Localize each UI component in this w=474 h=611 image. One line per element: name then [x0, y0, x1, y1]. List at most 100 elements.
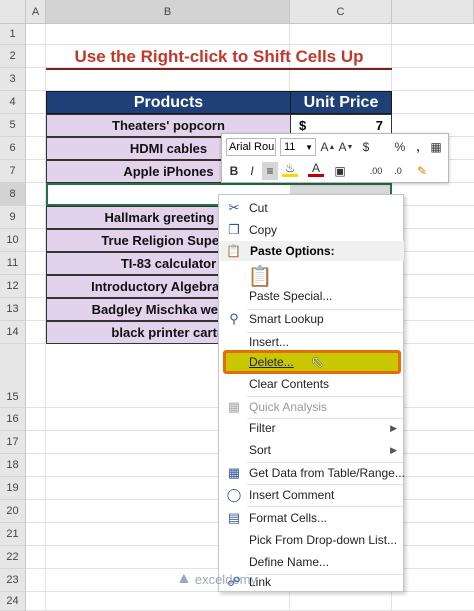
menu-get-data[interactable]: ▦ Get Data from Table/Range... — [219, 462, 405, 484]
row-header[interactable]: 3 — [0, 68, 26, 91]
search-icon: ⚲ — [229, 311, 239, 326]
decrease-font-icon[interactable]: A ▼ — [338, 138, 354, 156]
menu-clear-contents-label: Clear Contents — [249, 377, 330, 391]
menu-format-cells[interactable]: ▤ Format Cells... — [219, 507, 405, 529]
row-header[interactable]: 18 — [0, 454, 26, 477]
menu-delete[interactable]: Delete... ⬁ — [219, 351, 405, 373]
menu-cut-label: Cut — [249, 201, 268, 215]
menu-pick-dropdown-label: Pick From Drop-down List... — [249, 533, 398, 547]
menu-sort[interactable]: Sort ▶ — [219, 439, 405, 461]
row-header[interactable]: 19 — [0, 477, 26, 500]
comment-icon: ◯ — [226, 487, 242, 502]
column-header-b[interactable]: B — [46, 0, 290, 24]
row-header[interactable]: 24 — [0, 592, 26, 611]
row-header[interactable]: 12 — [0, 275, 26, 298]
fill-color-icon[interactable]: ♨ — [282, 161, 298, 177]
increase-decimal-icon[interactable]: .00 — [368, 162, 384, 180]
table-icon: ▦ — [227, 465, 241, 480]
format-table-icon[interactable]: ▦ — [428, 138, 444, 156]
menu-insert-comment-label: Insert Comment — [249, 488, 335, 502]
menu-insert-comment[interactable]: ◯ Insert Comment — [219, 484, 405, 506]
menu-copy-label: Copy — [249, 223, 278, 237]
quick-analysis-icon: ▦ — [227, 399, 241, 414]
row-header[interactable]: 2 — [0, 45, 26, 68]
scissors-icon: ✂ — [228, 200, 240, 215]
italic-button[interactable]: I — [244, 162, 260, 180]
sheet-title: Use the Right-click to Shift Cells Up — [74, 47, 364, 66]
menu-format-cells-label: Format Cells... — [249, 511, 328, 525]
row-header[interactable]: 5 — [0, 114, 26, 137]
menu-sort-label: Sort — [249, 443, 272, 457]
menu-pick-dropdown[interactable]: Pick From Drop-down List... — [219, 529, 405, 551]
decrease-decimal-icon[interactable]: .0 — [390, 162, 406, 180]
borders-icon[interactable]: ▣ — [332, 162, 348, 180]
select-all-corner[interactable] — [0, 0, 26, 24]
title-underline — [46, 68, 392, 70]
row-header[interactable]: 22 — [0, 546, 26, 569]
format-painter-icon[interactable]: ✎ — [414, 162, 430, 180]
menu-filter-label: Filter — [249, 421, 276, 435]
menu-insert-label: Insert... — [249, 335, 290, 349]
font-size-box[interactable]: 11 ▼ — [280, 138, 316, 156]
menu-smart-lookup[interactable]: ⚲ Smart Lookup — [219, 308, 405, 330]
row-header[interactable]: 17 — [0, 431, 26, 454]
exceldemy-watermark: ▲ exceldemy — [176, 570, 257, 588]
mouse-cursor-icon: ⬁ — [311, 354, 324, 371]
column-header-a[interactable]: A — [26, 0, 46, 24]
row-header[interactable]: 20 — [0, 500, 26, 523]
format-cells-icon: ▤ — [227, 510, 241, 525]
menu-paste-special[interactable]: Paste Special... — [219, 285, 405, 307]
row-header[interactable]: 10 — [0, 229, 26, 252]
percent-format-button[interactable]: % — [392, 138, 408, 156]
menu-smart-lookup-label: Smart Lookup — [249, 312, 324, 326]
increase-font-icon[interactable]: A ▲ — [320, 138, 336, 156]
font-color-icon[interactable]: A — [308, 161, 324, 177]
font-size-dropdown-icon[interactable]: ▼ — [305, 143, 313, 152]
column-header-c[interactable]: C — [290, 0, 392, 24]
menu-cut[interactable]: ✂ Cut — [219, 197, 405, 219]
menu-define-name-label: Define Name... — [249, 555, 330, 569]
align-center-icon[interactable]: ≡ — [262, 162, 278, 180]
font-size-value: 11 — [284, 141, 296, 153]
header-unit-price[interactable]: Unit Price — [290, 91, 392, 114]
paste-options-header: 📋 Paste Options: — [220, 241, 404, 261]
row-header[interactable]: 23 — [0, 569, 26, 592]
menu-clear-contents[interactable]: Clear Contents — [219, 373, 405, 395]
row-header[interactable]: 9 — [0, 206, 26, 229]
chevron-right-icon: ▶ — [390, 444, 397, 455]
row-header[interactable]: 11 — [0, 252, 26, 275]
menu-quick-analysis-label: Quick Analysis — [249, 400, 328, 414]
font-name-box[interactable]: Arial Rou — [226, 138, 276, 156]
row-header[interactable]: 15 — [0, 344, 26, 408]
clipboard-icon: 📋 — [226, 244, 241, 258]
watermark-logo-icon: ▲ — [176, 570, 192, 587]
copy-icon: ❐ — [228, 222, 240, 237]
bold-button[interactable]: B — [226, 162, 242, 180]
context-menu: ✂ Cut ❐ Copy 📋 Paste Options: 📋 Paste Sp… — [218, 194, 405, 592]
row-header[interactable]: 7 — [0, 160, 26, 183]
row-header[interactable]: 21 — [0, 523, 26, 546]
watermark-text: exceldemy — [194, 571, 257, 587]
row-header[interactable]: 8 — [0, 183, 26, 206]
chevron-right-icon: ▶ — [390, 422, 397, 433]
currency-symbol: $ — [299, 118, 307, 133]
column-header-empty — [392, 0, 474, 24]
row-header[interactable]: 4 — [0, 91, 26, 114]
menu-get-data-label: Get Data from Table/Range... — [249, 466, 405, 480]
paste-options-label: Paste Options: — [250, 244, 335, 258]
menu-paste-special-label: Paste Special... — [249, 289, 333, 303]
row-header[interactable]: 13 — [0, 298, 26, 321]
comma-style-icon[interactable]: , — [410, 138, 426, 156]
row-header[interactable]: 16 — [0, 408, 26, 431]
menu-quick-analysis[interactable]: ▦ Quick Analysis — [219, 396, 405, 418]
menu-filter[interactable]: Filter ▶ — [219, 417, 405, 439]
row-header[interactable]: 14 — [0, 321, 26, 344]
menu-copy[interactable]: ❐ Copy — [219, 219, 405, 241]
currency-format-button[interactable]: $ — [358, 138, 374, 156]
header-products[interactable]: Products — [46, 91, 291, 114]
row-header[interactable]: 1 — [0, 24, 26, 45]
menu-delete-label: Delete... — [249, 355, 294, 369]
row-header[interactable]: 6 — [0, 137, 26, 160]
mini-toolbar: Arial Rou 11 ▼ A ▲ A ▼ $ % , ▦ B I ≡ ♨ A ▣… — [221, 133, 449, 183]
price-value: 7 — [375, 118, 383, 133]
